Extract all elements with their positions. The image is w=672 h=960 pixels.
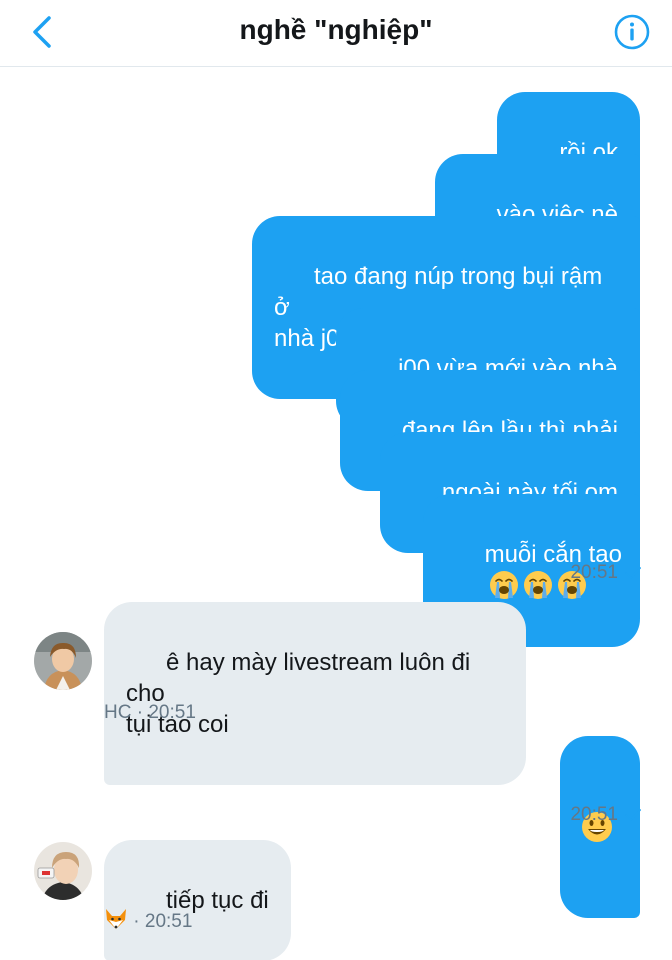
profile-photo-icon — [34, 632, 92, 690]
message-list[interactable]: rồi ok vào việc nè tao đang núp trong bụ… — [0, 66, 672, 960]
timestamp-text: 20:51 — [570, 562, 618, 583]
message-bubble-outgoing[interactable] — [559, 736, 640, 918]
read-check-icon — [625, 809, 641, 821]
message-timestamp: 20:51 — [570, 804, 642, 826]
message-sender-meta: · 20:51 — [104, 908, 192, 933]
avatar[interactable] — [34, 842, 92, 900]
conversation-title: nghề "nghiệp" — [239, 14, 433, 45]
sender-name: HC — [104, 702, 132, 723]
fox-face-emoji-icon — [106, 909, 126, 929]
message-sender-meta: HC · 20:51 — [104, 702, 196, 724]
timestamp-text: · 20:51 — [136, 702, 196, 723]
message-bubble-incoming[interactable]: tiếp tục đi — [104, 840, 291, 960]
message-text: ê hay mày livestream luôn đi cho tụi tao… — [126, 649, 471, 738]
read-check-icon — [625, 567, 641, 579]
conversation-header: nghề "nghiệp" — [0, 0, 672, 67]
info-icon — [614, 14, 650, 50]
info-button[interactable] — [612, 12, 652, 52]
avatar[interactable] — [34, 632, 92, 690]
loudly-crying-face-icon — [523, 571, 552, 599]
profile-photo-icon — [34, 842, 92, 900]
dm-conversation-screen: nghề "nghiệp" rồi ok vào việc nè tao đan… — [0, 0, 672, 960]
message-bubble-incoming[interactable]: ê hay mày livestream luôn đi cho tụi tao… — [104, 602, 526, 785]
timestamp-text: 20:51 — [570, 804, 618, 825]
loudly-crying-face-icon — [489, 571, 518, 599]
message-timestamp: 20:51 — [570, 562, 642, 584]
timestamp-text: · 20:51 — [133, 911, 193, 932]
